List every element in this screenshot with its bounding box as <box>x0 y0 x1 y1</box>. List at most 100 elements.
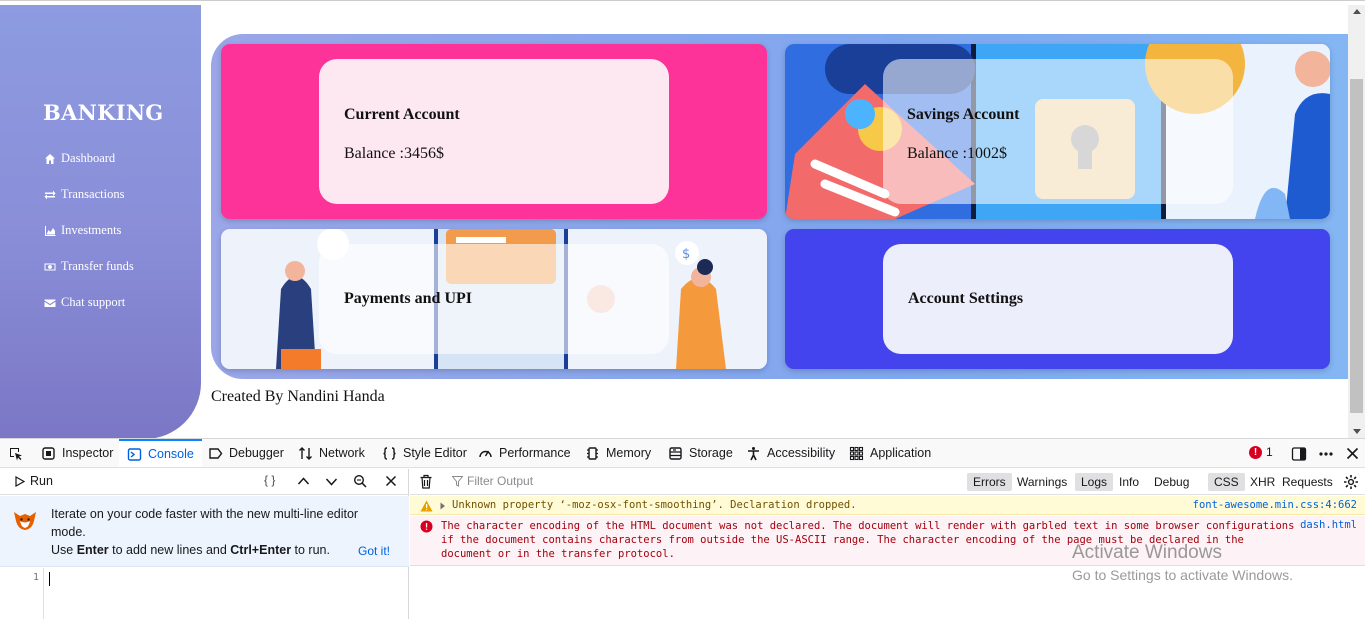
tab-performance[interactable]: Performance <box>478 439 571 467</box>
got-it-link[interactable]: Got it! <box>358 544 390 558</box>
account-settings-card[interactable]: Account Settings <box>785 229 1330 369</box>
nav-item-investments[interactable]: Investments <box>44 223 121 238</box>
run-button[interactable]: Run <box>14 474 53 488</box>
windows-activation-watermark: Activate Windows Go to Settings to activ… <box>1072 542 1293 583</box>
savings-account-card[interactable]: Savings Account Balance :1002$ <box>785 44 1330 219</box>
code-editor[interactable]: 1 <box>0 568 409 619</box>
envelope-icon <box>44 299 56 307</box>
nav-item-chat-support[interactable]: Chat support <box>44 295 125 310</box>
element-picker-icon <box>10 447 22 460</box>
nav-label: Transfer funds <box>61 259 134 273</box>
tab-storage[interactable]: Storage <box>668 439 733 467</box>
console-settings-gear-icon[interactable] <box>1343 474 1359 490</box>
card-inner <box>319 59 669 204</box>
filter-css[interactable]: CSS <box>1208 473 1245 491</box>
expand-arrow-icon[interactable] <box>440 502 446 510</box>
payments-upi-card[interactable]: $ Payments and UPI <box>221 229 767 369</box>
tab-style-editor[interactable]: Style Editor <box>382 439 467 467</box>
filter-logs[interactable]: Logs <box>1075 473 1114 491</box>
filter-errors[interactable]: Errors <box>967 473 1012 491</box>
dock-side-icon[interactable] <box>1291 446 1307 462</box>
debugger-icon <box>209 447 223 459</box>
close-devtools-icon[interactable] <box>1345 446 1360 461</box>
chevron-down-icon[interactable] <box>325 477 338 487</box>
application-icon <box>849 446 864 460</box>
reverse-search-icon[interactable] <box>353 474 367 488</box>
firefox-fox-icon <box>14 512 36 530</box>
scroll-thumb[interactable] <box>1350 79 1363 413</box>
nav-label: Dashboard <box>61 151 116 165</box>
tab-debugger[interactable]: Debugger <box>208 439 284 467</box>
run-label: Run <box>30 474 53 488</box>
pretty-print-button[interactable]: { } <box>264 473 275 487</box>
tab-inspector[interactable]: Inspector <box>41 439 113 467</box>
style-editor-icon <box>383 446 396 460</box>
play-icon <box>15 475 25 487</box>
vertical-scrollbar[interactable] <box>1348 5 1365 438</box>
card-title: Current Account <box>344 106 460 123</box>
dashboard-panel: Current Account Balance :3456$ Savings A… <box>211 34 1349 379</box>
tab-memory[interactable]: Memory <box>585 439 651 467</box>
card-balance: Balance :1002$ <box>907 145 1007 162</box>
error-source-link[interactable]: dash.html <box>1300 519 1357 531</box>
nav-item-transactions[interactable]: Transactions <box>44 187 124 202</box>
credit-text: Created By Nandini Handa <box>211 388 385 405</box>
current-account-card[interactable]: Current Account Balance :3456$ <box>221 44 767 219</box>
filter-warnings[interactable]: Warnings <box>1011 473 1073 491</box>
trash-icon[interactable] <box>419 474 433 489</box>
error-count: 1 <box>1266 445 1273 459</box>
sidebar: BANKING Dashboard Transactions Investmen… <box>0 5 201 438</box>
filter-requests[interactable]: Requests <box>1276 473 1339 491</box>
tab-label: Inspector <box>62 446 114 460</box>
page: BANKING Dashboard Transactions Investmen… <box>0 0 1365 619</box>
nav-label: Transactions <box>61 187 125 201</box>
ctrl-enter-key: Ctrl+Enter <box>230 543 292 557</box>
tab-application[interactable]: Application <box>849 439 931 467</box>
console-editor-pane: Run { } Iterate on your code faster with… <box>0 469 409 619</box>
card-title: Savings Account <box>907 106 1020 123</box>
area-chart-icon <box>45 225 56 236</box>
tab-label: Accessibility <box>767 446 836 460</box>
close-editor-icon[interactable] <box>385 475 397 487</box>
tab-label: Console <box>148 447 194 461</box>
card-balance: Balance :3456$ <box>344 145 444 162</box>
scroll-up-icon[interactable] <box>1353 9 1361 14</box>
tip-line-1: Iterate on your code faster with the new… <box>51 507 359 539</box>
nav-label: Chat support <box>61 295 126 309</box>
memory-icon <box>587 446 598 460</box>
error-count-badge[interactable]: ! 1 <box>1249 445 1273 459</box>
chevron-up-icon[interactable] <box>297 476 310 486</box>
line-number: 1 <box>32 572 39 583</box>
tab-label: Debugger <box>229 446 284 460</box>
tab-console[interactable]: Console <box>119 439 202 467</box>
filter-info[interactable]: Info <box>1113 473 1145 491</box>
filter-debug[interactable]: Debug <box>1148 473 1195 491</box>
scroll-down-icon[interactable] <box>1353 429 1361 434</box>
inspector-icon <box>42 446 55 460</box>
warning-text: Unknown property ‘-moz-osx-font-smoothin… <box>452 499 857 511</box>
watermark-subtitle: Go to Settings to activate Windows. <box>1072 567 1293 583</box>
more-options-icon[interactable] <box>1318 446 1334 462</box>
warning-source-link[interactable]: font-awesome.min.css:4:662 <box>1193 499 1357 511</box>
nav-item-dashboard[interactable]: Dashboard <box>44 151 115 166</box>
editor-tip: Iterate on your code faster with the new… <box>0 496 409 567</box>
tab-label: Network <box>319 446 365 460</box>
brand-title: BANKING <box>43 100 164 125</box>
svg-text:$: $ <box>682 247 690 262</box>
exchange-icon <box>44 190 56 199</box>
tip-line-2: Use Enter to add new lines and Ctrl+Ente… <box>51 543 330 557</box>
storage-icon <box>669 446 682 460</box>
network-icon <box>299 446 312 460</box>
error-icon: ! <box>1249 445 1262 459</box>
tab-label: Style Editor <box>403 446 467 460</box>
filter-output-input[interactable]: Filter Output <box>452 474 533 488</box>
nav-item-transfer-funds[interactable]: Transfer funds <box>44 259 134 274</box>
element-picker-button[interactable] <box>8 439 23 467</box>
tab-network[interactable]: Network <box>298 439 365 467</box>
tip-text: Iterate on your code faster with the new… <box>51 505 396 559</box>
console-filter-bar: Filter Output Errors Warnings Logs Info … <box>410 469 1365 495</box>
nav-label: Investments <box>61 223 122 237</box>
console-warning-message[interactable]: Unknown property ‘-moz-osx-font-smoothin… <box>410 496 1365 515</box>
editor-toolbar: Run { } <box>0 469 409 495</box>
tab-accessibility[interactable]: Accessibility <box>746 439 835 467</box>
